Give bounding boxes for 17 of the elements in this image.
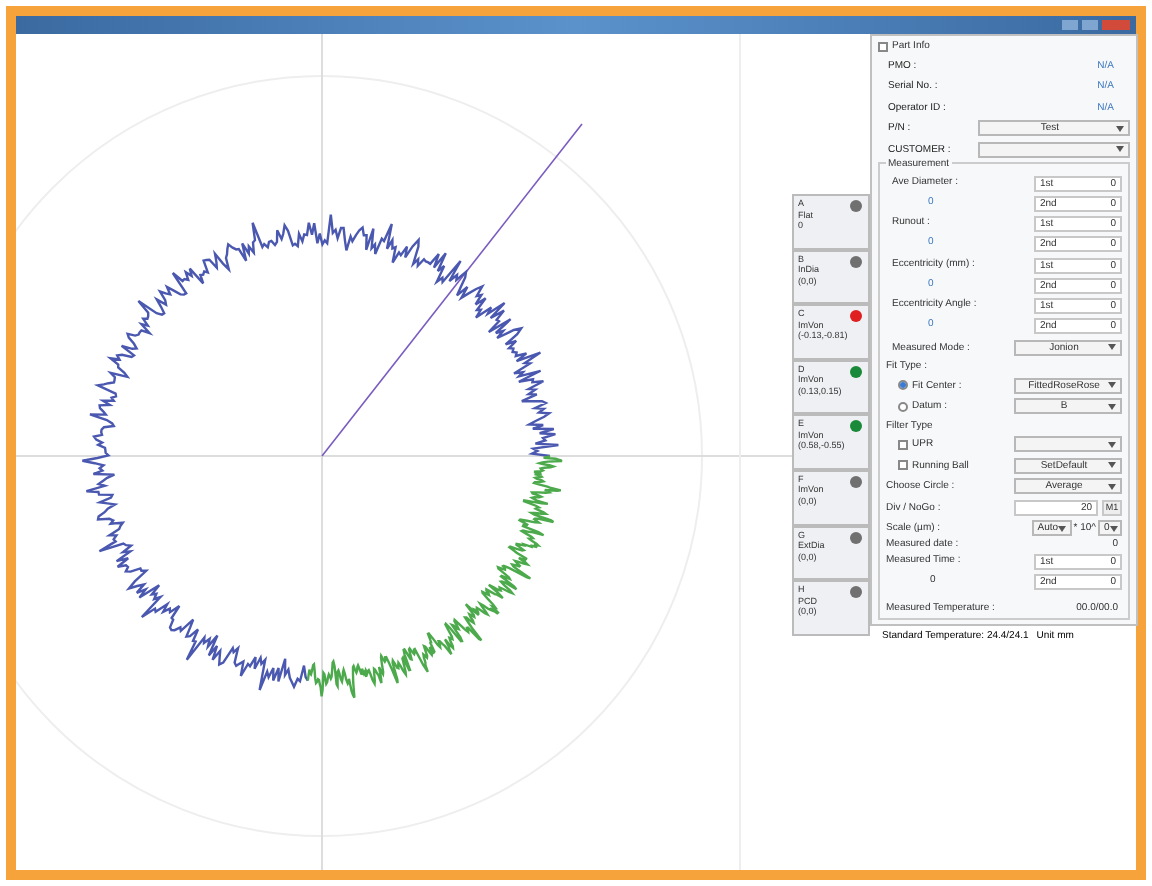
checkbox[interactable] xyxy=(898,460,908,470)
caret-icon xyxy=(1108,462,1116,468)
caret-icon xyxy=(1108,344,1116,350)
filter-dropdown[interactable] xyxy=(1014,436,1122,452)
dropdown[interactable] xyxy=(978,141,1130,157)
caret-icon xyxy=(1116,146,1124,152)
checkbox[interactable] xyxy=(878,41,888,51)
radio-button[interactable] xyxy=(898,380,908,390)
checkbox[interactable] xyxy=(898,439,908,449)
caret-icon xyxy=(1108,382,1116,388)
caret-icon xyxy=(1108,403,1116,409)
caret-icon xyxy=(1108,483,1116,489)
caret-icon xyxy=(1116,125,1124,131)
radio-button[interactable] xyxy=(898,401,908,411)
caret-icon xyxy=(1108,441,1116,447)
caret-icon xyxy=(1109,525,1118,531)
caret-icon xyxy=(1058,525,1067,531)
